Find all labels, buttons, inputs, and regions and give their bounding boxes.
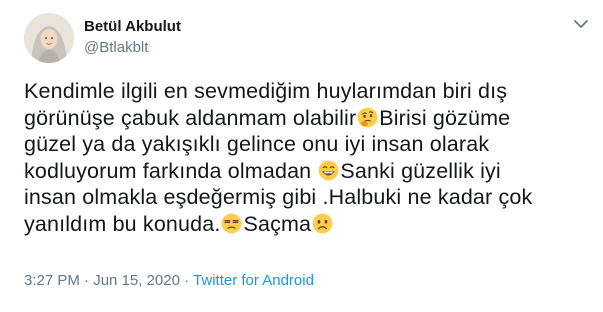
- tweet-time[interactable]: 3:27 PM: [24, 272, 80, 289]
- unamused-face-icon: [222, 213, 242, 233]
- frowning-face-icon: [312, 213, 333, 233]
- user-handle[interactable]: @Btlakblt: [84, 39, 148, 56]
- meta-separator: ·: [79, 272, 94, 289]
- chevron-down-icon[interactable]: [573, 18, 589, 30]
- meta-separator: ·: [179, 272, 194, 289]
- tweet-line: insan olmakla eşdeğermiş gibi .Halbuki n…: [24, 185, 533, 209]
- avatar-photo-icon: [24, 13, 74, 63]
- tweet-line: yanıldım bu konuda. Saçma: [24, 211, 584, 238]
- grinning-face-icon: [319, 160, 339, 180]
- thinking-face-icon: [357, 107, 378, 127]
- tweet-line: güzel ya da yakışıklı gelince onu iyi in…: [24, 132, 490, 156]
- avatar[interactable]: [24, 13, 74, 63]
- tweet-date[interactable]: Jun 15, 2020: [93, 272, 180, 289]
- tweet-line: Kendimle ilgili en sevmediğim huylarımda…: [24, 79, 508, 103]
- tweet-line: kodluyorum farkında olmadan Sanki güzell…: [24, 158, 501, 183]
- tweet-text: Kendimle ilgili en sevmediğim huylarımda…: [24, 78, 584, 237]
- tweet-source-link[interactable]: Twitter for Android: [193, 272, 314, 289]
- tweet-line: görünüşe çabuk aldanmam olabilir Birisi g…: [24, 105, 511, 130]
- tweet-meta: 3:27 PM · Jun 15, 2020 · Twitter for And…: [24, 272, 314, 289]
- display-name[interactable]: Betül Akbulut: [84, 18, 181, 35]
